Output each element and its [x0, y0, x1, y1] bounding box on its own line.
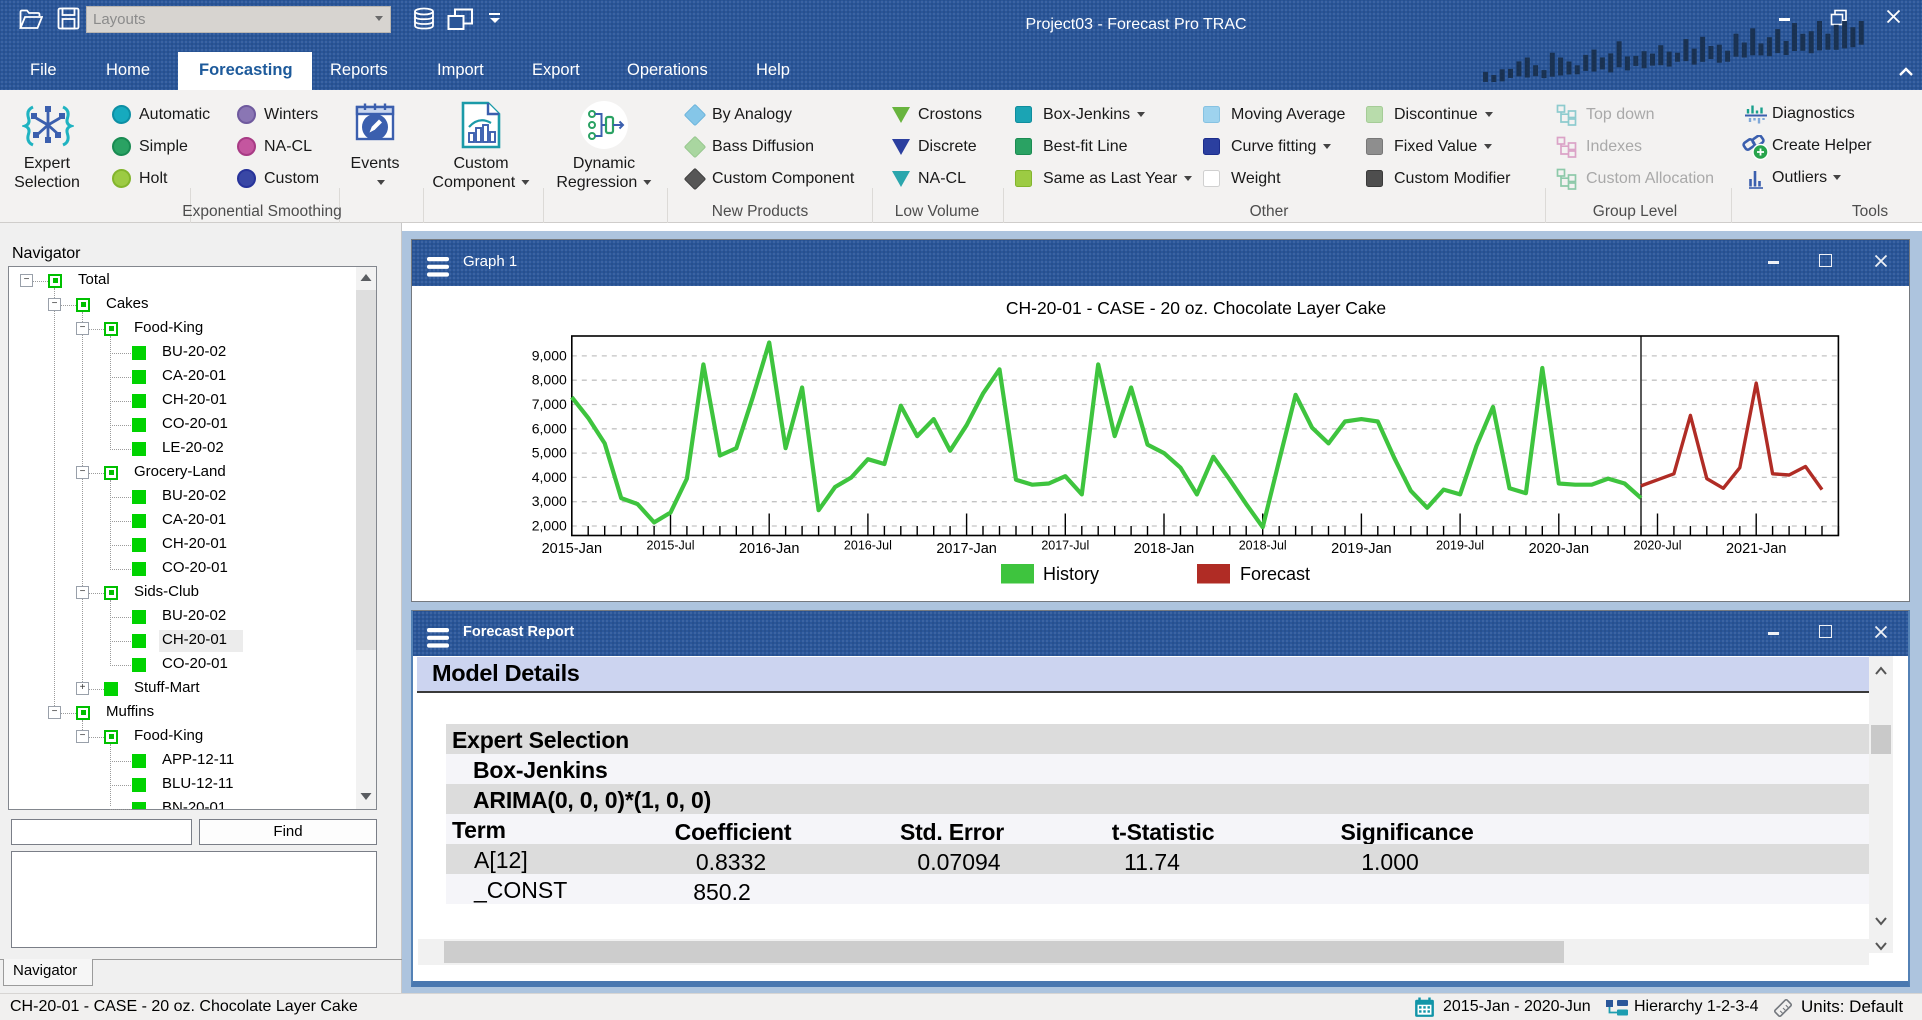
svg-text:History: History [1043, 564, 1099, 584]
svg-text:2021-Jan: 2021-Jan [1726, 541, 1786, 557]
svg-text:2018-Jan: 2018-Jan [1134, 541, 1194, 557]
svg-text:2018-Jul: 2018-Jul [1239, 539, 1287, 553]
svg-text:2015-Jan: 2015-Jan [542, 541, 602, 557]
svg-text:2015-Jul: 2015-Jul [647, 539, 695, 553]
svg-text:2016-Jul: 2016-Jul [844, 539, 892, 553]
svg-text:2020-Jan: 2020-Jan [1529, 541, 1589, 557]
svg-text:Forecast: Forecast [1240, 564, 1310, 584]
svg-text:7,000: 7,000 [532, 396, 567, 412]
svg-text:6,000: 6,000 [532, 420, 567, 436]
svg-text:9,000: 9,000 [532, 347, 567, 363]
svg-text:8,000: 8,000 [532, 372, 567, 388]
svg-text:2019-Jul: 2019-Jul [1436, 539, 1484, 553]
svg-text:2019-Jan: 2019-Jan [1331, 541, 1391, 557]
svg-text:CH-20-01 - CASE - 20 oz. Choco: CH-20-01 - CASE - 20 oz. Chocolate Layer… [1006, 298, 1386, 318]
svg-text:2016-Jan: 2016-Jan [739, 541, 799, 557]
svg-text:5,000: 5,000 [532, 445, 567, 461]
svg-text:2020-Jul: 2020-Jul [1634, 539, 1682, 553]
svg-text:2017-Jul: 2017-Jul [1041, 539, 1089, 553]
svg-text:3,000: 3,000 [532, 493, 567, 509]
svg-text:2017-Jan: 2017-Jan [936, 541, 996, 557]
svg-text:2,000: 2,000 [532, 518, 567, 534]
svg-text:4,000: 4,000 [532, 469, 567, 485]
